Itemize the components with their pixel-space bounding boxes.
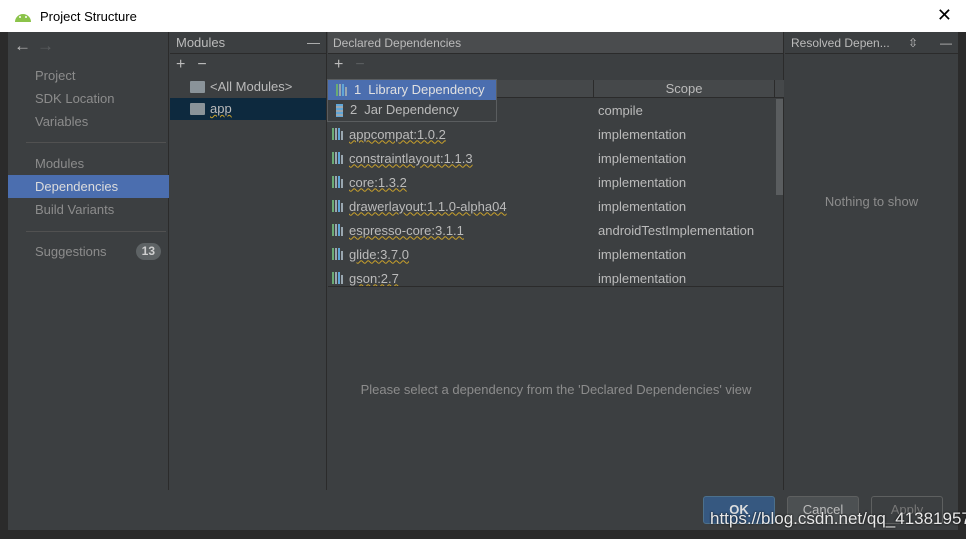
dependency-name: core:1.3.2 [349, 174, 407, 190]
dependency-name-cell: appcompat:1.0.2 [328, 127, 594, 142]
scope-cell: implementation [598, 270, 687, 286]
scope-cell: compile [598, 102, 643, 118]
scope-cell: implementation [598, 174, 687, 190]
jar-icon [336, 103, 343, 117]
divider [26, 142, 166, 143]
suggestions-count-badge: 13 [135, 243, 161, 260]
table-row[interactable]: drawerlayout:1.1.0-alpha04 implementation [328, 194, 784, 218]
library-icon [332, 272, 343, 284]
project-structure-dialog: ← → Project SDK Location Variables Module… [8, 32, 958, 530]
back-arrow-icon[interactable]: ← [14, 36, 31, 55]
dependency-name: constraintlayout:1.1.3 [349, 150, 473, 166]
add-dependency-popup: 1 Library Dependency 2 Jar Dependency [327, 79, 497, 122]
module-folder-icon [190, 103, 205, 115]
declared-title: Declared Dependencies [333, 36, 462, 50]
resolved-dependencies-panel: Resolved Depen... ⇳ — Nothing to show [785, 32, 958, 490]
column-header-scope[interactable]: Scope [594, 80, 775, 97]
scope-cell: implementation [598, 246, 687, 262]
sidebar-item-dependencies[interactable]: Dependencies [8, 175, 169, 198]
divider [26, 231, 166, 232]
table-row[interactable]: appcompat:1.0.2 implementation [328, 122, 784, 146]
library-icon [332, 200, 343, 212]
modules-title: Modules [176, 35, 226, 50]
title-bar: Project Structure ✕ [0, 0, 966, 32]
library-icon [332, 152, 343, 164]
module-item-app[interactable]: app [170, 98, 326, 120]
close-button[interactable]: ✕ [937, 5, 952, 26]
scope-cell: androidTestImplementation [598, 222, 755, 238]
module-item-all[interactable]: <All Modules> [170, 76, 326, 98]
forward-arrow-icon[interactable]: → [37, 36, 54, 55]
suggestions-label: Suggestions [35, 244, 107, 259]
menu-item-library-dependency[interactable]: 1 Library Dependency [328, 80, 496, 100]
window-title: Project Structure [40, 8, 137, 24]
sidebar-item-sdk-location[interactable]: SDK Location [8, 87, 169, 110]
sidebar-item-modules[interactable]: Modules [8, 152, 169, 175]
minimize-button[interactable]: — [940, 32, 952, 54]
library-icon [332, 224, 343, 236]
table-row[interactable]: glide:3.7.0 implementation [328, 242, 784, 266]
dependency-name-cell: drawerlayout:1.1.0-alpha04 [328, 199, 594, 214]
dependency-name-cell: core:1.3.2 [328, 175, 594, 190]
module-label: app [210, 101, 232, 116]
dependency-name-cell: espresso-core:3.1.1 [328, 223, 594, 238]
scope-cell: implementation [598, 126, 687, 142]
scope-cell: implementation [598, 150, 687, 166]
dependency-name: drawerlayout:1.1.0-alpha04 [349, 198, 507, 214]
remove-module-button[interactable]: − [197, 56, 206, 73]
collapse-all-icon[interactable]: ⇳ [908, 32, 918, 54]
empty-message: Nothing to show [824, 194, 919, 209]
dependency-name: appcompat:1.0.2 [349, 126, 446, 142]
table-row[interactable]: gson:2.7 implementation [328, 266, 784, 286]
scope-cell: implementation [598, 198, 687, 214]
table-row[interactable]: constraintlayout:1.1.3 implementation [328, 146, 784, 170]
table-row[interactable]: espresso-core:3.1.1 androidTestImplementa… [328, 218, 784, 242]
minimize-button[interactable]: — [307, 32, 320, 54]
folder-icon [190, 81, 205, 93]
resolved-title: Resolved Depen... [791, 36, 890, 50]
module-label: <All Modules> [210, 79, 293, 94]
library-icon [332, 128, 343, 140]
dependency-name: espresso-core:3.1.1 [349, 222, 464, 238]
dependency-name-cell: glide:3.7.0 [328, 247, 594, 262]
table-row[interactable]: core:1.3.2 implementation [328, 170, 784, 194]
scrollbar[interactable] [776, 99, 783, 195]
dependency-name-cell: constraintlayout:1.1.3 [328, 151, 594, 166]
dependency-name-cell: gson:2.7 [328, 271, 594, 286]
dependency-name: glide:3.7.0 [349, 246, 409, 262]
menu-number: 1 [354, 82, 362, 97]
menu-label: Library Dependency [368, 82, 485, 97]
detail-message: Please select a dependency from the 'Dec… [360, 382, 752, 397]
watermark: https://blog.csdn.net/qq_41381957 [710, 509, 966, 528]
library-icon [332, 248, 343, 260]
dependency-name: gson:2.7 [349, 270, 399, 286]
sidebar-item-build-variants[interactable]: Build Variants [8, 198, 169, 221]
library-icon [336, 84, 347, 96]
menu-label: Jar Dependency [364, 102, 459, 117]
sidebar-item-variables[interactable]: Variables [8, 110, 169, 133]
add-module-button[interactable]: + [176, 56, 185, 73]
android-icon [15, 14, 31, 22]
menu-number: 2 [350, 102, 358, 117]
add-dependency-button[interactable]: + [334, 56, 343, 73]
menu-item-jar-dependency[interactable]: 2 Jar Dependency [328, 100, 496, 120]
library-icon [332, 176, 343, 188]
sidebar-item-project[interactable]: Project [8, 64, 169, 87]
modules-panel: Modules — + − <All Modules> app [170, 32, 327, 490]
sidebar-item-suggestions[interactable]: Suggestions 13 [8, 240, 169, 263]
sidebar: ← → Project SDK Location Variables Module… [8, 32, 169, 490]
remove-dependency-button[interactable]: − [355, 56, 364, 73]
